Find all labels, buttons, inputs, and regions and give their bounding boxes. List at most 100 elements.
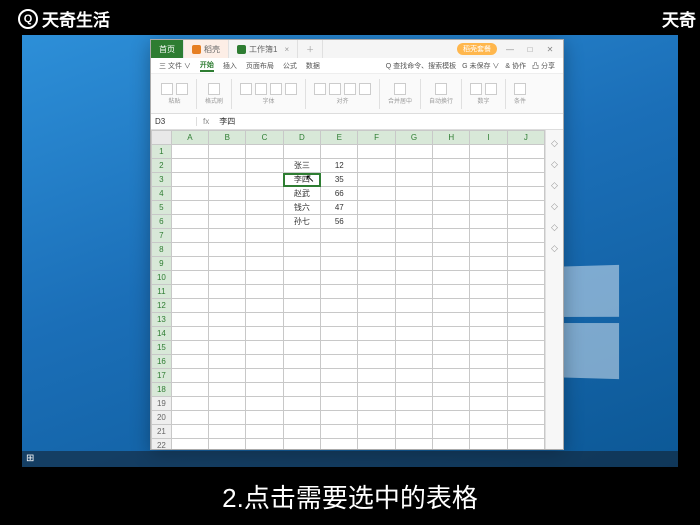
toolbar-icon[interactable]: [514, 83, 526, 95]
cell[interactable]: [470, 173, 507, 187]
cell[interactable]: [358, 285, 395, 299]
cell[interactable]: [507, 159, 544, 173]
cell[interactable]: [321, 327, 358, 341]
cell[interactable]: 56: [321, 215, 358, 229]
cell[interactable]: [470, 285, 507, 299]
cell[interactable]: [395, 229, 432, 243]
menu-item[interactable]: 数据: [306, 61, 320, 71]
cell[interactable]: [209, 243, 246, 257]
cell[interactable]: [171, 271, 208, 285]
cell[interactable]: [246, 341, 283, 355]
cell[interactable]: [470, 327, 507, 341]
cell[interactable]: [246, 145, 283, 159]
menu-item[interactable]: 公式: [283, 61, 297, 71]
menu-item[interactable]: 三 文件 ∨: [159, 61, 191, 71]
row-header[interactable]: 3: [152, 173, 172, 187]
cell[interactable]: [209, 145, 246, 159]
start-button[interactable]: ⊞: [26, 453, 38, 465]
cell[interactable]: [283, 145, 320, 159]
cell[interactable]: [507, 411, 544, 425]
cell[interactable]: [358, 145, 395, 159]
cell[interactable]: [171, 369, 208, 383]
cell[interactable]: [171, 341, 208, 355]
cell[interactable]: [507, 439, 544, 450]
row-header[interactable]: 9: [152, 257, 172, 271]
cell[interactable]: [358, 341, 395, 355]
cell[interactable]: [209, 271, 246, 285]
cell[interactable]: [470, 159, 507, 173]
cell[interactable]: [507, 173, 544, 187]
cell[interactable]: [358, 313, 395, 327]
cell[interactable]: [283, 411, 320, 425]
cell[interactable]: [321, 425, 358, 439]
row-header[interactable]: 18: [152, 383, 172, 397]
cell[interactable]: [321, 397, 358, 411]
row-header[interactable]: 11: [152, 285, 172, 299]
cell[interactable]: [395, 285, 432, 299]
cell[interactable]: [246, 383, 283, 397]
cell[interactable]: [246, 187, 283, 201]
column-header[interactable]: E: [321, 131, 358, 145]
cell[interactable]: [470, 243, 507, 257]
cell[interactable]: [433, 411, 470, 425]
cell[interactable]: [358, 173, 395, 187]
row-header[interactable]: 20: [152, 411, 172, 425]
menu-right-item[interactable]: & 协作: [505, 61, 526, 71]
cell[interactable]: [209, 285, 246, 299]
column-header[interactable]: G: [395, 131, 432, 145]
cell[interactable]: [507, 215, 544, 229]
cell[interactable]: [470, 145, 507, 159]
toolbar-icon[interactable]: [285, 83, 297, 95]
tab-home[interactable]: 首页: [151, 40, 184, 58]
cell[interactable]: [321, 299, 358, 313]
cell[interactable]: [433, 257, 470, 271]
cell[interactable]: [358, 355, 395, 369]
cell[interactable]: [283, 439, 320, 450]
minimize-button[interactable]: —: [503, 45, 517, 54]
cell[interactable]: [433, 285, 470, 299]
cell[interactable]: [321, 439, 358, 450]
cell[interactable]: [507, 341, 544, 355]
cell[interactable]: 66: [321, 187, 358, 201]
cell[interactable]: [171, 187, 208, 201]
cell[interactable]: [395, 369, 432, 383]
row-header[interactable]: 17: [152, 369, 172, 383]
cell[interactable]: [433, 327, 470, 341]
cell[interactable]: [470, 425, 507, 439]
cell[interactable]: [395, 341, 432, 355]
cell[interactable]: [470, 299, 507, 313]
toolbar-group[interactable]: 合并居中: [384, 83, 416, 105]
cell[interactable]: [209, 425, 246, 439]
column-header[interactable]: I: [470, 131, 507, 145]
cell[interactable]: [358, 439, 395, 450]
cell[interactable]: [246, 411, 283, 425]
cell[interactable]: [358, 201, 395, 215]
cell[interactable]: [171, 411, 208, 425]
row-header[interactable]: 1: [152, 145, 172, 159]
cell[interactable]: [283, 397, 320, 411]
cell[interactable]: [358, 383, 395, 397]
close-button[interactable]: ✕: [543, 45, 557, 54]
cell[interactable]: 12: [321, 159, 358, 173]
cell[interactable]: [321, 145, 358, 159]
cell[interactable]: [470, 271, 507, 285]
cell[interactable]: [433, 145, 470, 159]
cell[interactable]: [507, 355, 544, 369]
fx-label[interactable]: fx: [197, 117, 215, 126]
cell[interactable]: [395, 145, 432, 159]
cell[interactable]: [246, 397, 283, 411]
cell[interactable]: [246, 369, 283, 383]
cell[interactable]: [246, 299, 283, 313]
cell[interactable]: [171, 439, 208, 450]
cell[interactable]: [246, 257, 283, 271]
cell[interactable]: [321, 383, 358, 397]
cell[interactable]: [209, 439, 246, 450]
tab-close-icon[interactable]: ×: [284, 45, 289, 54]
toolbar-icon[interactable]: [359, 83, 371, 95]
cell[interactable]: [246, 271, 283, 285]
cell[interactable]: [209, 299, 246, 313]
cell[interactable]: [358, 271, 395, 285]
toolbar-icon[interactable]: [485, 83, 497, 95]
cell[interactable]: 孙七: [283, 215, 320, 229]
cell[interactable]: [209, 159, 246, 173]
